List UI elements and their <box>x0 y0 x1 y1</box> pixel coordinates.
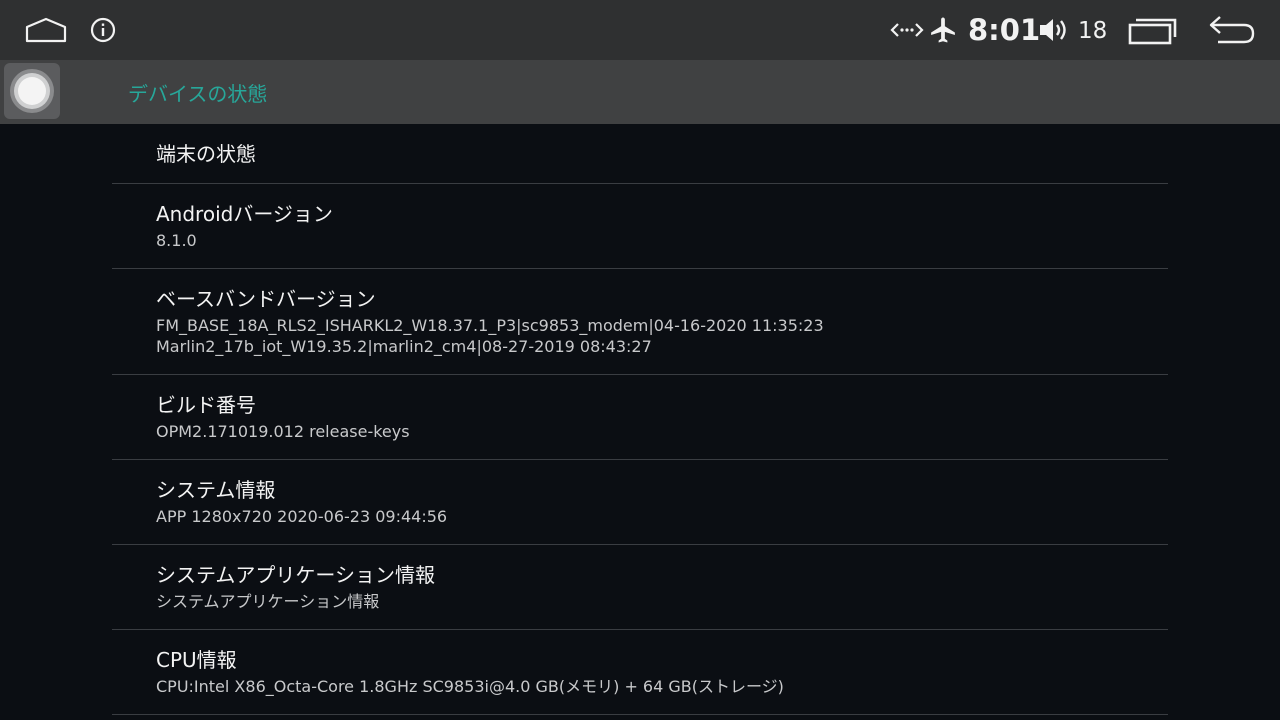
recent-apps-icon[interactable] <box>1126 14 1178 48</box>
item-title: システム情報 <box>156 478 276 502</box>
data-link-icon <box>888 16 926 44</box>
list-item-system-app-info[interactable]: システムアプリケーション情報 システムアプリケーション情報 <box>112 545 1168 630</box>
device-status-list: 端末の状態 Androidバージョン 8.1.0 ベースバンドバージョン FM_… <box>112 124 1168 715</box>
home-icon[interactable] <box>22 14 70 46</box>
item-title: システムアプリケーション情報 <box>156 563 435 587</box>
app-toolbar: デバイスの状態 <box>0 60 1280 124</box>
item-value: OPM2.171019.012 release-keys <box>156 422 410 441</box>
item-title: ビルド番号 <box>156 393 256 417</box>
item-title: Androidバージョン <box>156 202 333 226</box>
item-title: CPU情報 <box>156 648 237 672</box>
clock-time: 8:01 <box>968 13 1041 47</box>
page-title: デバイスの状態 <box>128 82 268 106</box>
assistive-touch-button[interactable] <box>4 63 60 119</box>
airplane-mode-icon <box>926 14 960 46</box>
info-icon[interactable] <box>88 15 118 45</box>
item-value: FM_BASE_18A_RLS2_ISHARKL2_W18.37.1_P3|sc… <box>156 316 824 335</box>
item-value: システムアプリケーション情報 <box>156 592 380 611</box>
status-bar: 8:01 18 <box>0 0 1280 60</box>
volume-level: 18 <box>1078 18 1108 44</box>
item-value: 8.1.0 <box>156 231 197 250</box>
item-value: CPU:Intel X86_Octa-Core 1.8GHz SC9853i@4… <box>156 677 784 696</box>
list-item-system-info[interactable]: システム情報 APP 1280x720 2020-06-23 09:44:56 <box>112 460 1168 545</box>
list-item-cpu-info[interactable]: CPU情報 CPU:Intel X86_Octa-Core 1.8GHz SC9… <box>112 630 1168 715</box>
list-item-build-number[interactable]: ビルド番号 OPM2.171019.012 release-keys <box>112 375 1168 460</box>
volume-icon[interactable] <box>1034 14 1074 46</box>
item-title: 端末の状態 <box>156 142 256 166</box>
item-value: APP 1280x720 2020-06-23 09:44:56 <box>156 507 448 526</box>
list-item-baseband-version[interactable]: ベースバンドバージョン FM_BASE_18A_RLS2_ISHARKL2_W1… <box>112 269 1168 375</box>
item-value: Marlin2_17b_iot_W19.35.2|marlin2_cm4|08-… <box>156 337 652 356</box>
list-item-android-version[interactable]: Androidバージョン 8.1.0 <box>112 184 1168 269</box>
item-title: ベースバンドバージョン <box>156 287 376 311</box>
list-item-device-status[interactable]: 端末の状態 <box>112 124 1168 184</box>
back-icon[interactable] <box>1204 12 1260 48</box>
